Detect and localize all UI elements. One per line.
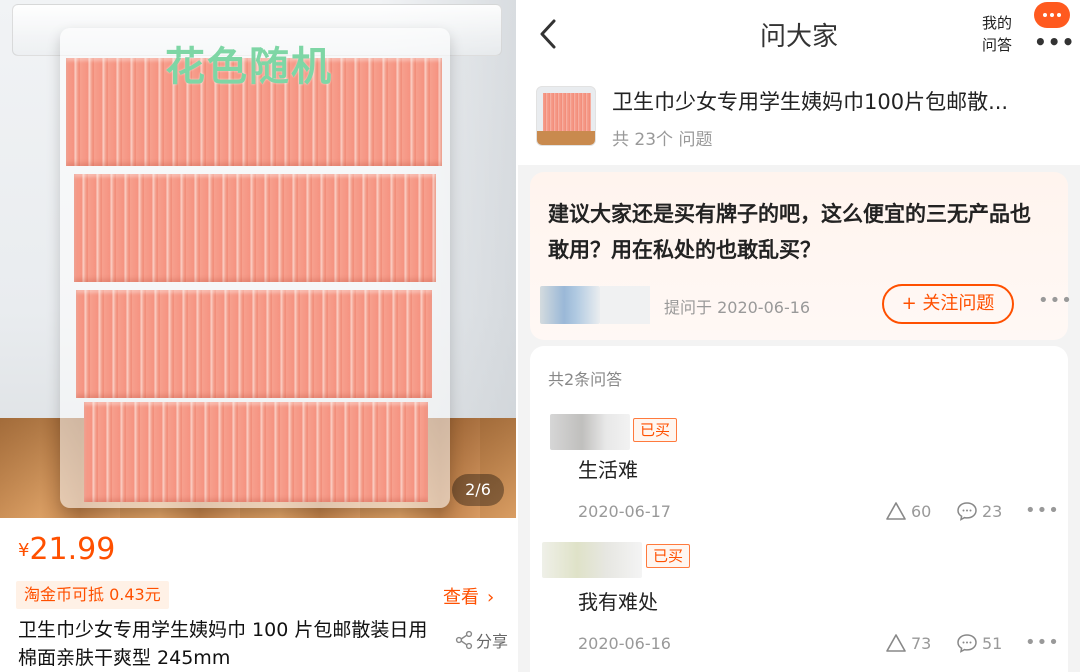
- product-image[interactable]: 花色随机 2/6: [0, 0, 516, 518]
- view-link-label: 查看: [443, 587, 479, 608]
- thumbs-up-triangle-icon: [886, 502, 906, 520]
- answer-text: 我有难处: [578, 590, 658, 614]
- pads-row: [74, 174, 436, 282]
- answer-item: 已买 我有难处 2020-06-16 73 51 •••: [530, 542, 1068, 672]
- follow-question-button[interactable]: + 关注问题: [882, 284, 1014, 324]
- question-card: 建议大家还是买有牌子的吧，这么便宜的三无产品也敢用？用在私处的也敢乱买？ 提问于…: [530, 172, 1072, 340]
- currency-symbol: ¥: [18, 540, 30, 561]
- answer-date: 2020-06-16: [578, 634, 671, 653]
- comment-button[interactable]: 51: [956, 632, 1002, 654]
- like-count: 73: [911, 633, 932, 653]
- answer-item: 已买 生活难 2020-06-17 60 23 •••: [530, 410, 1068, 540]
- bought-badge: 已买: [646, 544, 691, 568]
- comment-icon: [957, 634, 977, 653]
- notification-bubble-icon: [1034, 2, 1070, 28]
- like-button[interactable]: 60: [885, 500, 931, 522]
- image-watermark: 花色随机: [165, 44, 333, 90]
- product-name: 卫生巾少女专用学生姨妈巾100片包邮散...: [612, 90, 1009, 114]
- price: ¥21.99: [18, 532, 115, 567]
- more-dots-icon[interactable]: •••: [1025, 500, 1060, 521]
- like-count: 60: [911, 501, 932, 521]
- avatar: [542, 542, 642, 578]
- coin-discount-badge: 淘金币可抵 0.43元: [16, 581, 169, 609]
- product-summary[interactable]: 卫生巾少女专用学生姨妈巾100片包邮散... 共 23个 问题: [518, 70, 1080, 165]
- pads-row: [84, 402, 428, 502]
- my-qa-label: 我的: [981, 14, 1012, 32]
- price-amount: 21.99: [29, 532, 116, 567]
- nav-bar: 问大家 我的 问答 •••: [518, 0, 1080, 70]
- product-detail-panel: 花色随机 2/6 ¥21.99 淘金币可抵 0.43元 查看 › 卫生巾少女专用学…: [0, 0, 516, 672]
- bought-badge: 已买: [633, 418, 678, 442]
- view-link[interactable]: 查看 ›: [443, 583, 494, 609]
- pads-row: [76, 290, 432, 398]
- share-icon: [455, 630, 473, 650]
- question-count: 共 23个 问题: [612, 130, 713, 150]
- more-dots-icon[interactable]: •••: [1038, 290, 1073, 311]
- share-label: 分享: [476, 632, 509, 651]
- avatar: [540, 286, 600, 324]
- product-title: 卫生巾少女专用学生姨妈巾 100 片包邮散装日用棉面亲肤干爽型 245mm: [18, 619, 428, 669]
- comment-count: 23: [982, 501, 1003, 521]
- answers-count: 共2条问答: [548, 370, 623, 389]
- more-dots-icon[interactable]: •••: [1034, 30, 1075, 54]
- image-page-indicator: 2/6: [452, 474, 504, 506]
- comment-count: 51: [982, 633, 1003, 653]
- asker-name-blurred: [600, 286, 650, 324]
- more-dots-icon[interactable]: •••: [1025, 632, 1060, 653]
- share-button[interactable]: 分享: [454, 628, 508, 652]
- avatar: [550, 414, 630, 450]
- pads-stack: [66, 58, 442, 504]
- comment-button[interactable]: 23: [956, 500, 1002, 522]
- thumbs-up-triangle-icon: [886, 634, 906, 652]
- my-qa-label: 问答: [981, 36, 1012, 54]
- product-thumbnail: [536, 86, 596, 146]
- qa-panel: 问大家 我的 问答 ••• 卫生巾少女专用学生姨妈巾100片包邮散... 共 2…: [518, 0, 1080, 672]
- chevron-right-icon: ›: [487, 587, 495, 608]
- my-qa-button[interactable]: 我的 问答: [980, 12, 1014, 56]
- like-button[interactable]: 73: [885, 632, 931, 654]
- ask-date: 提问于 2020-06-16: [664, 298, 811, 317]
- answers-section: 共2条问答 已买 生活难 2020-06-17 60 23 ••• 已买 我有难…: [530, 346, 1068, 672]
- question-text: 建议大家还是买有牌子的吧，这么便宜的三无产品也敢用？用在私处的也敢乱买？: [548, 202, 1031, 262]
- comment-icon: [957, 502, 977, 521]
- answer-text: 生活难: [578, 458, 638, 482]
- answer-date: 2020-06-17: [578, 502, 671, 521]
